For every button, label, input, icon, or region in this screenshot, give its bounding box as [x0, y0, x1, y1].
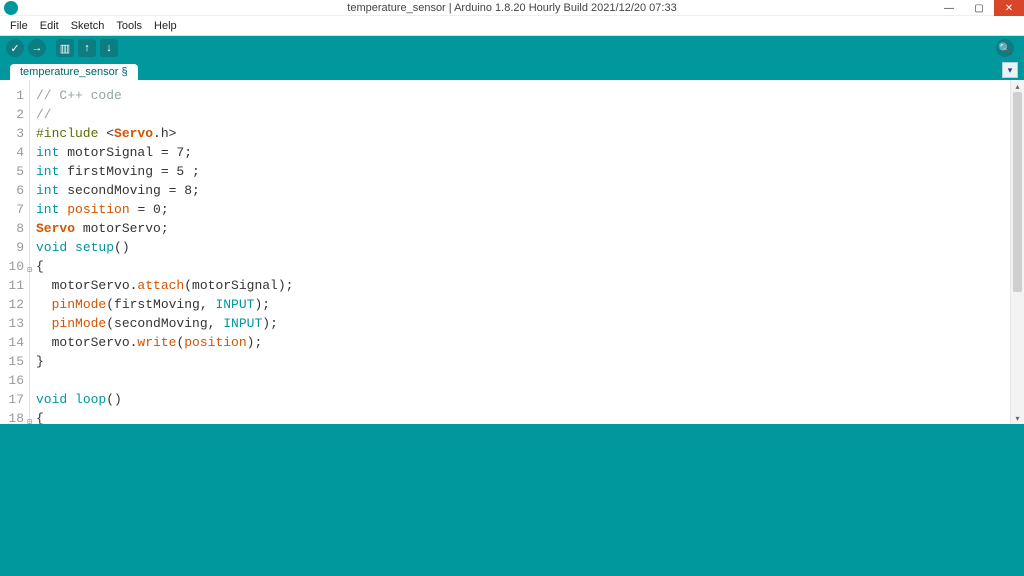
verify-button[interactable]: ✓: [6, 39, 24, 57]
line-number: 17: [0, 390, 29, 409]
toolbar: ✓ → ▥ ↑ ↓ 🔍: [0, 36, 1024, 60]
code-line[interactable]: }: [36, 352, 1024, 371]
code-line[interactable]: int secondMoving = 8;: [36, 181, 1024, 200]
line-number: 12: [0, 295, 29, 314]
line-number: 14: [0, 333, 29, 352]
menu-bar: File Edit Sketch Tools Help: [0, 16, 1024, 36]
scroll-down-arrow-icon[interactable]: ▾: [1011, 412, 1024, 424]
scroll-up-arrow-icon[interactable]: ▴: [1011, 80, 1024, 92]
code-line[interactable]: #include <Servo.h>: [36, 124, 1024, 143]
line-number: 8: [0, 219, 29, 238]
app-icon: [4, 1, 18, 15]
new-sketch-button[interactable]: ▥: [56, 39, 74, 57]
output-console: [0, 424, 1024, 576]
code-line[interactable]: int firstMoving = 5 ;: [36, 162, 1024, 181]
menu-help[interactable]: Help: [148, 18, 183, 34]
line-number: 10⊟: [0, 257, 29, 276]
fold-icon[interactable]: ⊟: [27, 413, 32, 432]
code-line[interactable]: int position = 0;: [36, 200, 1024, 219]
line-number: 4: [0, 143, 29, 162]
code-line[interactable]: pinMode(secondMoving, INPUT);: [36, 314, 1024, 333]
tab-bar: temperature_sensor § ▾: [0, 60, 1024, 80]
serial-monitor-button[interactable]: 🔍: [996, 39, 1014, 57]
line-number: 13: [0, 314, 29, 333]
code-line[interactable]: {: [36, 409, 1024, 424]
window-controls: — ▢ ✕: [934, 0, 1024, 16]
vertical-scrollbar[interactable]: ▴ ▾: [1010, 80, 1024, 424]
code-line[interactable]: int motorSignal = 7;: [36, 143, 1024, 162]
line-number: 1: [0, 86, 29, 105]
menu-file[interactable]: File: [4, 18, 34, 34]
code-line[interactable]: void setup(): [36, 238, 1024, 257]
window-titlebar: temperature_sensor | Arduino 1.8.20 Hour…: [0, 0, 1024, 16]
maximize-button[interactable]: ▢: [964, 0, 994, 16]
line-number: 15: [0, 352, 29, 371]
code-line[interactable]: {: [36, 257, 1024, 276]
code-line[interactable]: [36, 371, 1024, 390]
sketch-tab[interactable]: temperature_sensor §: [10, 64, 138, 80]
line-number: 16: [0, 371, 29, 390]
tab-menu-button[interactable]: ▾: [1002, 62, 1018, 78]
line-number: 11: [0, 276, 29, 295]
line-number: 5: [0, 162, 29, 181]
save-sketch-button[interactable]: ↓: [100, 39, 118, 57]
code-line[interactable]: // C++ code: [36, 86, 1024, 105]
minimize-button[interactable]: —: [934, 0, 964, 16]
code-line[interactable]: Servo motorServo;: [36, 219, 1024, 238]
code-line[interactable]: motorServo.write(position);: [36, 333, 1024, 352]
code-line[interactable]: pinMode(firstMoving, INPUT);: [36, 295, 1024, 314]
menu-edit[interactable]: Edit: [34, 18, 65, 34]
menu-tools[interactable]: Tools: [110, 18, 148, 34]
open-sketch-button[interactable]: ↑: [78, 39, 96, 57]
line-number: 2: [0, 105, 29, 124]
code-line[interactable]: void loop(): [36, 390, 1024, 409]
code-editor[interactable]: 12345678910⊟1112131415161718⊟ // C++ cod…: [0, 80, 1024, 424]
line-number: 6: [0, 181, 29, 200]
upload-button[interactable]: →: [28, 39, 46, 57]
line-number: 3: [0, 124, 29, 143]
code-area[interactable]: // C++ code//#include <Servo.h>int motor…: [30, 80, 1024, 424]
code-line[interactable]: //: [36, 105, 1024, 124]
line-number: 7: [0, 200, 29, 219]
line-gutter: 12345678910⊟1112131415161718⊟: [0, 80, 30, 424]
close-button[interactable]: ✕: [994, 0, 1024, 16]
line-number: 18⊟: [0, 409, 29, 428]
scroll-thumb[interactable]: [1013, 92, 1022, 292]
window-title: temperature_sensor | Arduino 1.8.20 Hour…: [0, 2, 1024, 14]
code-line[interactable]: motorServo.attach(motorSignal);: [36, 276, 1024, 295]
line-number: 9: [0, 238, 29, 257]
menu-sketch[interactable]: Sketch: [65, 18, 111, 34]
